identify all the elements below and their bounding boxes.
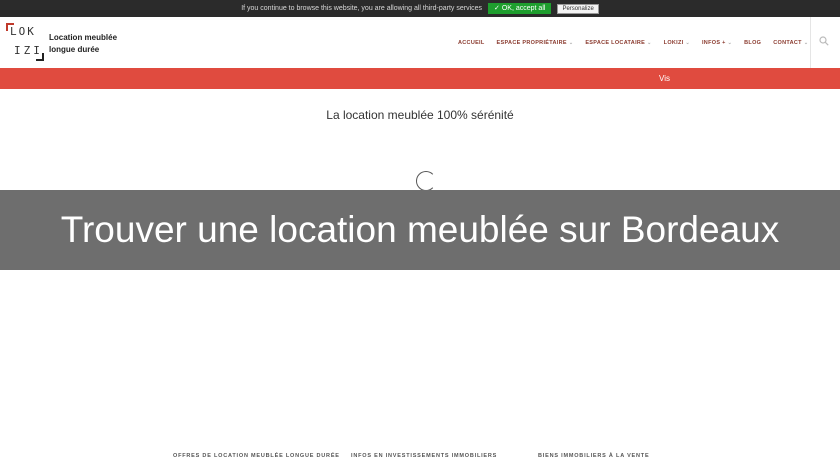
tagline-line1: Location meublée (49, 33, 118, 42)
chevron-down-icon: ⌄ (803, 40, 809, 46)
hero-title: Trouver une location meublée sur Bordeau… (60, 209, 780, 250)
nav-label: BLOG (744, 40, 762, 46)
cookie-text: If you continue to browse this website, … (241, 5, 483, 12)
loading-spinner-icon (416, 171, 436, 191)
site-logo[interactable]: LOK IZI (6, 23, 44, 61)
announcement-text[interactable]: Vis (659, 74, 670, 83)
search-icon[interactable] (819, 36, 829, 46)
accept-all-button[interactable]: ✓ OK, accept all (488, 3, 552, 14)
nav-label: LOKIZI (663, 40, 684, 46)
nav-label: ESPACE LOCATAIRE (585, 40, 646, 46)
chevron-down-icon: ⌄ (647, 40, 652, 46)
nav-item-espace-locataire[interactable]: ESPACE LOCATAIRE ⌄ (585, 40, 651, 46)
footer-link-biens[interactable]: BIENS IMMOBILIERS À LA VENTE (538, 453, 649, 459)
page-subtitle: La location meublée 100% sérénité (326, 108, 514, 122)
nav-label: ACCUEIL (458, 40, 485, 46)
main-nav: ACCUEIL ESPACE PROPRIÉTAIRE ⌄ ESPACE LOCA… (458, 40, 820, 46)
logo-text-line1: LOK (10, 25, 36, 38)
nav-item-lokizi[interactable]: LOKIZI ⌄ (664, 40, 690, 46)
search-divider (810, 17, 811, 68)
nav-item-contact[interactable]: CONTACT ⌄ (773, 40, 808, 46)
nav-label: ESPACE PROPRIÉTAIRE (496, 40, 567, 46)
footer-link-infos[interactable]: INFOS EN INVESTISSEMENTS IMMOBILIERS (351, 453, 497, 459)
hero-banner: Trouver une location meublée sur Bordeau… (0, 190, 840, 270)
site-header: LOK IZI Location meublée longue durée AC… (0, 17, 840, 69)
chevron-down-icon: ⌄ (727, 40, 733, 46)
site-tagline: Location meublée longue durée (49, 32, 117, 56)
personalize-button[interactable]: Personalize (557, 3, 599, 14)
nav-label: INFOS + (701, 40, 726, 46)
nav-item-infos[interactable]: INFOS + ⌄ (702, 40, 732, 46)
nav-item-accueil[interactable]: ACCUEIL (458, 40, 485, 46)
logo-text-line2: IZI (14, 44, 43, 57)
chevron-down-icon: ⌄ (685, 40, 690, 46)
nav-item-blog[interactable]: BLOG (744, 40, 761, 46)
nav-label: CONTACT (773, 40, 802, 46)
cookie-bar: If you continue to browse this website, … (0, 0, 840, 17)
nav-item-espace-proprietaire[interactable]: ESPACE PROPRIÉTAIRE ⌄ (497, 40, 574, 46)
chevron-down-icon: ⌄ (568, 40, 574, 46)
announcement-bar: Vis (0, 68, 840, 89)
tagline-line2: longue durée (49, 45, 100, 54)
footer-link-offres[interactable]: OFFRES DE LOCATION MEUBLÉE LONGUE DURÉE (173, 453, 340, 459)
